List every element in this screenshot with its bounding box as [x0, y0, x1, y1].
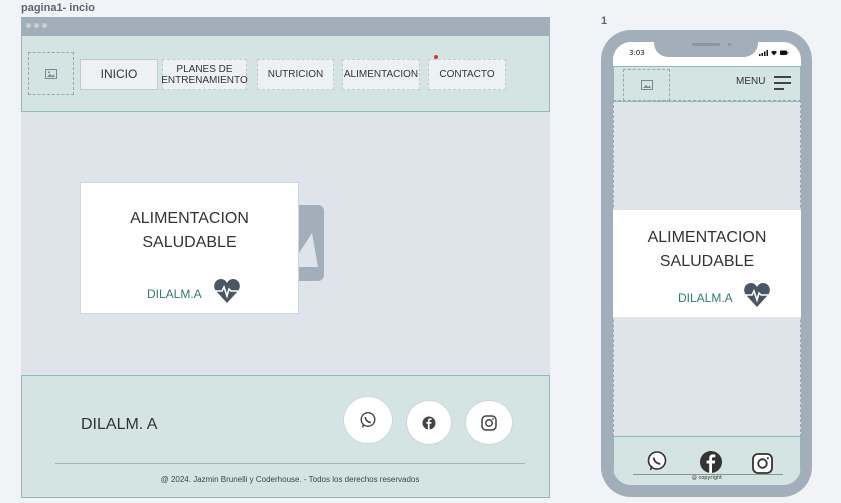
nav-planes-line1: PLANES DE — [176, 63, 233, 75]
camera — [728, 43, 731, 46]
whatsapp-icon[interactable] — [646, 450, 668, 472]
hero-title-line2: SALUDABLE — [142, 234, 237, 251]
facebook-icon — [422, 416, 436, 429]
instagram-icon[interactable] — [752, 453, 773, 474]
menu-label[interactable]: MENU — [736, 76, 765, 87]
nav-planes-line2: ENTRENAMIENTO — [161, 74, 248, 86]
mobile-hero-brand: DILALM.A — [678, 291, 733, 305]
image-placeholder-icon — [640, 80, 653, 90]
facebook-icon[interactable] — [699, 450, 723, 474]
nav-alimentacion[interactable]: ALIMENTACION — [342, 59, 420, 90]
hero-brand: DILALM.A — [147, 287, 202, 301]
heart-pulse-icon — [744, 283, 770, 307]
speaker — [692, 43, 720, 46]
instagram-icon — [481, 414, 497, 431]
hamburger-menu-icon[interactable] — [774, 76, 791, 90]
mobile-footer-copyright: @ copyright — [691, 475, 723, 481]
footer-brand: DILALM. A — [81, 416, 158, 433]
mobile-logo-placeholder[interactable] — [623, 69, 670, 101]
footer-copyright: @ 2024. Jazmin Brunelli y Coderhouse. - … — [160, 475, 420, 484]
status-icons — [759, 50, 789, 56]
nav-planes[interactable]: PLANES DE ENTRENAMIENTO — [161, 59, 248, 90]
instagram-button[interactable] — [465, 400, 513, 445]
facebook-button[interactable] — [406, 400, 452, 445]
mobile-hero-card: ALIMENTACION SALUDABLE DILALM.A — [613, 210, 801, 317]
status-time: 3:03 — [629, 49, 645, 57]
phone-screen: 3:03 MENU ALIMENTACION SALUDABLE DILALM.… — [613, 42, 801, 485]
nav-nutricion[interactable]: NUTRICION — [257, 59, 334, 90]
heart-pulse-icon — [214, 279, 240, 303]
mobile-frame-label: 1 — [601, 15, 608, 27]
desktop-frame-label: pagina1- incio — [21, 2, 95, 14]
nav-inicio[interactable]: INICIO — [80, 59, 158, 90]
window-dot — [42, 23, 47, 28]
whatsapp-icon — [360, 411, 376, 428]
window-dot — [26, 23, 31, 28]
nav-contacto[interactable]: CONTACTO — [428, 59, 506, 90]
window-dot — [34, 23, 39, 28]
mobile-hero-title-line1: ALIMENTACION — [647, 229, 767, 246]
phone-notch — [654, 30, 758, 57]
notification-dot — [434, 55, 438, 59]
hero-title-line1: ALIMENTACION — [130, 210, 249, 227]
browser-chrome — [21, 17, 550, 35]
logo-placeholder[interactable] — [28, 52, 74, 95]
footer-divider — [55, 463, 525, 464]
whatsapp-button[interactable] — [343, 396, 393, 444]
hero-card: ALIMENTACION SALUDABLE DILALM.A — [80, 182, 299, 314]
image-placeholder-icon — [45, 68, 57, 79]
mobile-hero-title-line2: SALUDABLE — [659, 253, 755, 270]
